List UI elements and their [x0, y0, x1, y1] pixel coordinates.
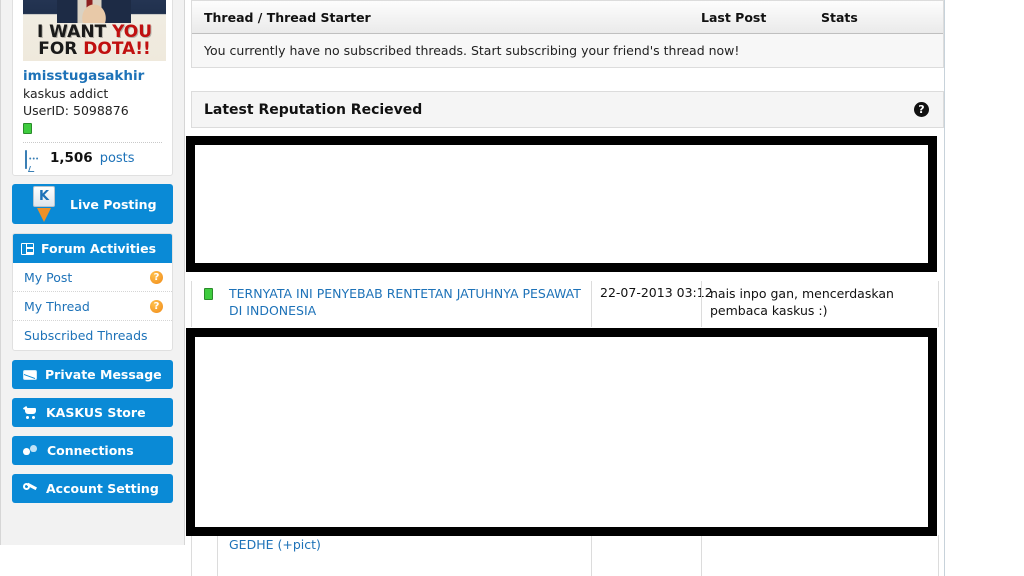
cell-divider	[217, 535, 218, 576]
sidebar-item-connections-label: Connections	[47, 443, 134, 458]
profile-card: I WANT YOU FOR DOTA!! imisstugasakhir ka…	[12, 0, 173, 176]
sidebar-item-my-thread[interactable]: My Thread ?	[13, 292, 172, 321]
avatar-text-line2-red: DOTA!!	[83, 39, 151, 59]
sidebar-item-forum-activities-label: Forum Activities	[41, 241, 157, 256]
help-black-icon[interactable]: ?	[914, 102, 929, 117]
subscribed-threads-panel: Thread / Thread Starter Last Post Stats …	[191, 0, 944, 68]
kaskus-pin-icon: K	[22, 175, 66, 222]
reputation-thread-title[interactable]: GEDHE (+pict)	[229, 537, 321, 552]
comment-bubble-icon: •••	[25, 149, 43, 169]
column-header-stats[interactable]: Stats	[821, 10, 858, 25]
sidebar-item-private-message-label: Private Message	[45, 367, 162, 382]
sidebar-item-private-message[interactable]: Private Message	[12, 360, 173, 389]
sidebar-group-forum-activities: Forum Activities My Post ? My Thread ? S…	[12, 233, 173, 351]
highlight-box-top	[186, 136, 937, 272]
envelope-icon	[23, 369, 37, 380]
profile-posts-count: 1,506	[50, 150, 93, 166]
reputation-date: 22-07-2013 03:12	[600, 285, 713, 300]
grid-icon	[21, 242, 34, 255]
highlight-box-bottom	[186, 328, 937, 536]
cell-divider	[701, 281, 702, 327]
subscribed-threads-empty-message: You currently have no subscribed threads…	[192, 34, 943, 67]
profile-posts-label: posts	[99, 150, 135, 166]
page-root: I WANT YOU FOR DOTA!! imisstugasakhir ka…	[0, 0, 1024, 576]
sidebar-item-my-post[interactable]: My Post ?	[13, 263, 172, 292]
table-row: TERNYATA INI PENYEBAB RENTETAN JATUHNYA …	[191, 281, 939, 327]
main-content: Thread / Thread Starter Last Post Stats …	[186, 0, 945, 576]
sidebar-item-subscribed-threads-label: Subscribed Threads	[24, 328, 148, 343]
sidebar-item-account-setting[interactable]: Account Setting	[12, 474, 173, 503]
reputation-section-title: Latest Reputation Recieved	[204, 101, 423, 118]
sidebar-item-my-thread-label: My Thread	[24, 298, 90, 314]
subscribed-threads-header: Thread / Thread Starter Last Post Stats	[192, 1, 943, 34]
sidebar-item-kaskus-store[interactable]: KASKUS Store	[12, 398, 173, 427]
table-row: GEDHE (+pict)	[191, 535, 939, 576]
profile-username[interactable]: imisstugasakhir	[23, 68, 162, 84]
sidebar-item-connections[interactable]: Connections	[12, 436, 173, 465]
sidebar: I WANT YOU FOR DOTA!! imisstugasakhir ka…	[0, 0, 185, 545]
sidebar-item-my-post-label: My Post	[24, 269, 73, 285]
online-green-icon	[23, 123, 32, 134]
kaskus-pin-glyph: K	[33, 186, 55, 207]
reputation-section-header: Latest Reputation Recieved ?	[191, 91, 944, 128]
sidebar-item-subscribed-threads[interactable]: Subscribed Threads	[13, 321, 172, 350]
avatar-text-line2-plain: FOR	[38, 39, 84, 59]
thread-status-green-icon	[204, 288, 213, 300]
sidebar-item-live-posting[interactable]: K Live Posting	[12, 184, 173, 224]
sidebar-item-forum-activities[interactable]: Forum Activities	[13, 234, 172, 263]
connections-icon	[23, 444, 39, 457]
help-orange-icon[interactable]: ?	[150, 299, 163, 313]
cell-divider	[591, 281, 592, 327]
cart-icon	[22, 405, 38, 419]
column-header-thread[interactable]: Thread / Thread Starter	[204, 10, 371, 25]
sidebar-item-account-setting-label: Account Setting	[46, 481, 159, 496]
avatar-text-line2: FOR DOTA!!	[23, 39, 166, 59]
column-header-last-post[interactable]: Last Post	[701, 10, 766, 25]
cell-divider	[701, 535, 702, 576]
wrench-icon	[23, 482, 38, 495]
cell-divider	[591, 535, 592, 576]
profile-posts-row: ••• 1,506 posts	[23, 143, 162, 175]
avatar-figure	[57, 0, 131, 23]
help-orange-icon[interactable]: ?	[150, 270, 163, 284]
reputation-thread-title[interactable]: TERNYATA INI PENYEBAB RENTETAN JATUHNYA …	[229, 285, 587, 319]
cell-divider	[938, 535, 939, 576]
sidebar-item-kaskus-store-label: KASKUS Store	[46, 405, 146, 420]
reputation-comment: nais inpo gan, mencerdaskan pembaca kask…	[710, 286, 894, 318]
avatar: I WANT YOU FOR DOTA!!	[23, 0, 166, 61]
profile-userid: UserID: 5098876	[23, 103, 129, 118]
sidebar-item-live-posting-label: Live Posting	[70, 196, 157, 212]
profile-usertitle: kaskus addict	[23, 86, 109, 101]
